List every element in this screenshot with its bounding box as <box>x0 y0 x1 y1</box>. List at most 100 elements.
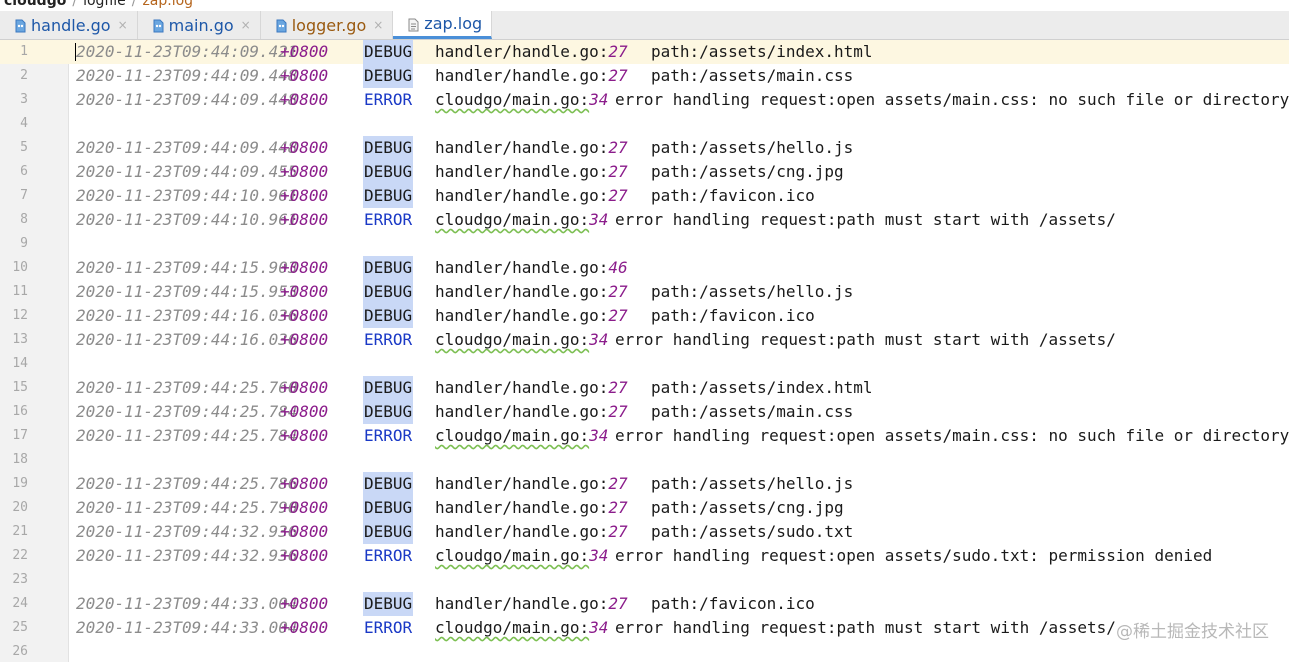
log-line[interactable]: 20 2020-11-23T09:44:25.790 +0800 DEBUG handl… <box>0 496 1289 520</box>
log-line[interactable]: 23 <box>0 568 1289 592</box>
log-line[interactable]: 3 2020-11-23T09:44:09.448 +0800 ERROR cloudg… <box>0 88 1289 112</box>
log-caller: handler/handle.go:27 <box>435 304 628 328</box>
log-line[interactable]: 16 2020-11-23T09:44:25.784 +0800 DEBUG handl… <box>0 400 1289 424</box>
caller-file: handler/handle.go: <box>435 186 609 205</box>
line-number: 25 <box>12 620 28 635</box>
log-line[interactable]: 5 2020-11-23T09:44:09.448 +0800 DEBUG handle… <box>0 136 1289 160</box>
editor-pane[interactable]: 1 2020-11-23T09:44:09.421 +0800 DEBUG handle… <box>0 40 1289 662</box>
editor-tab-bar: handle.go × main.go × logger.go × zap.lo… <box>0 11 1289 40</box>
line-number: 11 <box>12 284 28 299</box>
log-level: DEBUG <box>363 472 414 496</box>
line-number: 13 <box>12 332 28 347</box>
log-timezone: +0800 <box>280 546 329 565</box>
log-line[interactable]: 25 2020-11-23T09:44:33.004 +0800 ERROR cloud… <box>0 616 1289 640</box>
caller-file: handler/handle.go: <box>435 522 609 541</box>
log-timestamp: 2020-11-23T09:44:32.936 <box>76 546 298 565</box>
caller-file: handler/handle.go: <box>435 42 609 61</box>
log-caller: handler/handle.go:27 <box>435 520 628 544</box>
log-message: path:/favicon.ico <box>651 306 815 325</box>
tab-label: logger.go <box>291 15 367 35</box>
log-line[interactable]: 8 2020-11-23T09:44:10.961 +0800 ERROR cloudg… <box>0 208 1289 232</box>
log-timestamp: 2020-11-23T09:44:16.036 <box>76 306 298 325</box>
log-timestamp: 2020-11-23T09:44:16.036 <box>76 330 298 349</box>
log-timestamp: 2020-11-23T09:44:25.786 <box>76 474 298 493</box>
caller-file: cloudgo/main.go: <box>435 546 590 565</box>
log-line[interactable]: 11 2020-11-23T09:44:15.953 +0800 DEBUG handl… <box>0 280 1289 304</box>
log-line[interactable]: 1 2020-11-23T09:44:09.421 +0800 DEBUG handle… <box>0 40 1289 64</box>
log-timezone: +0800 <box>280 426 329 445</box>
log-line[interactable]: 2 2020-11-23T09:44:09.448 +0800 DEBUG handle… <box>0 64 1289 88</box>
log-level: ERROR <box>364 90 413 109</box>
breadcrumb-current-file[interactable]: zap.log <box>142 0 193 9</box>
caller-line-number: 27 <box>608 162 628 181</box>
log-level: DEBUG <box>363 184 414 208</box>
log-timezone: +0800 <box>280 282 329 301</box>
close-icon[interactable]: × <box>118 18 128 32</box>
caller-file: handler/handle.go: <box>435 138 609 157</box>
line-number: 10 <box>12 260 28 275</box>
line-number: 12 <box>12 308 28 323</box>
line-number: 23 <box>12 572 28 587</box>
tab-logger-go[interactable]: logger.go × <box>261 11 394 39</box>
go-file-icon <box>152 18 164 33</box>
tab-main-go[interactable]: main.go × <box>138 11 261 39</box>
line-number: 3 <box>20 92 28 107</box>
log-line[interactable]: 26 <box>0 640 1289 664</box>
caller-file: handler/handle.go: <box>435 378 609 397</box>
log-level: DEBUG <box>363 400 414 424</box>
log-level: DEBUG <box>363 280 414 304</box>
log-line[interactable]: 12 2020-11-23T09:44:16.036 +0800 DEBUG handl… <box>0 304 1289 328</box>
log-level: DEBUG <box>363 304 414 328</box>
line-number: 26 <box>12 644 28 659</box>
breadcrumb-root[interactable]: cloudgo <box>4 0 66 9</box>
log-level: ERROR <box>364 426 413 445</box>
log-timezone: +0800 <box>280 162 329 181</box>
log-caller: handler/handle.go:27 <box>435 496 628 520</box>
log-timestamp: 2020-11-23T09:44:09.448 <box>76 66 298 85</box>
caller-file: handler/handle.go: <box>435 306 609 325</box>
log-timestamp: 2020-11-23T09:44:25.784 <box>76 426 298 445</box>
log-level: DEBUG <box>363 256 414 280</box>
caller-line-number: 34 <box>589 210 609 229</box>
log-level: ERROR <box>364 330 413 349</box>
caller-file: handler/handle.go: <box>435 66 609 85</box>
line-number: 2 <box>20 68 28 83</box>
tab-zap-log[interactable]: zap.log <box>393 11 493 39</box>
log-caller: handler/handle.go:27 <box>435 280 628 304</box>
breadcrumb-separator: / <box>72 0 78 9</box>
log-line[interactable]: 13 2020-11-23T09:44:16.036 +0800 ERROR cloud… <box>0 328 1289 352</box>
line-number: 19 <box>12 476 28 491</box>
log-line[interactable]: 7 2020-11-23T09:44:10.961 +0800 DEBUG handle… <box>0 184 1289 208</box>
log-level: DEBUG <box>363 64 414 88</box>
log-line[interactable]: 9 <box>0 232 1289 256</box>
breadcrumb-folder[interactable]: logfile <box>83 0 126 9</box>
log-line[interactable]: 18 <box>0 448 1289 472</box>
log-caller: handler/handle.go:27 <box>435 592 628 616</box>
log-line[interactable]: 15 2020-11-23T09:44:25.760 +0800 DEBUG handl… <box>0 376 1289 400</box>
log-caller: handler/handle.go:27 <box>435 64 628 88</box>
log-line[interactable]: 14 <box>0 352 1289 376</box>
log-timezone: +0800 <box>280 138 329 157</box>
log-timestamp: 2020-11-23T09:44:09.455 <box>76 162 298 181</box>
caller-line-number: 27 <box>608 138 628 157</box>
log-caller: cloudgo/main.go:34 <box>435 88 608 112</box>
log-timestamp: 2020-11-23T09:44:33.004 <box>76 594 298 613</box>
log-line[interactable]: 17 2020-11-23T09:44:25.784 +0800 ERROR cloud… <box>0 424 1289 448</box>
close-icon[interactable]: × <box>373 18 383 32</box>
log-level: DEBUG <box>363 136 414 160</box>
log-line[interactable]: 24 2020-11-23T09:44:33.004 +0800 DEBUG handl… <box>0 592 1289 616</box>
log-caller: handler/handle.go:46 <box>435 256 628 280</box>
log-line[interactable]: 19 2020-11-23T09:44:25.786 +0800 DEBUG handl… <box>0 472 1289 496</box>
log-line[interactable]: 6 2020-11-23T09:44:09.455 +0800 DEBUG handle… <box>0 160 1289 184</box>
log-line[interactable]: 10 2020-11-23T09:44:15.903 +0800 DEBUG handl… <box>0 256 1289 280</box>
log-line[interactable]: 4 <box>0 112 1289 136</box>
caller-line-number: 34 <box>589 426 609 445</box>
close-icon[interactable]: × <box>241 18 251 32</box>
tab-handle-go[interactable]: handle.go × <box>0 11 138 39</box>
log-line[interactable]: 21 2020-11-23T09:44:32.936 +0800 DEBUG handl… <box>0 520 1289 544</box>
caller-line-number: 27 <box>608 474 628 493</box>
log-timestamp: 2020-11-23T09:44:15.953 <box>76 282 298 301</box>
log-timestamp: 2020-11-23T09:44:09.448 <box>76 90 298 109</box>
log-line[interactable]: 22 2020-11-23T09:44:32.936 +0800 ERROR cloud… <box>0 544 1289 568</box>
log-message: path:/assets/main.css <box>651 402 854 421</box>
